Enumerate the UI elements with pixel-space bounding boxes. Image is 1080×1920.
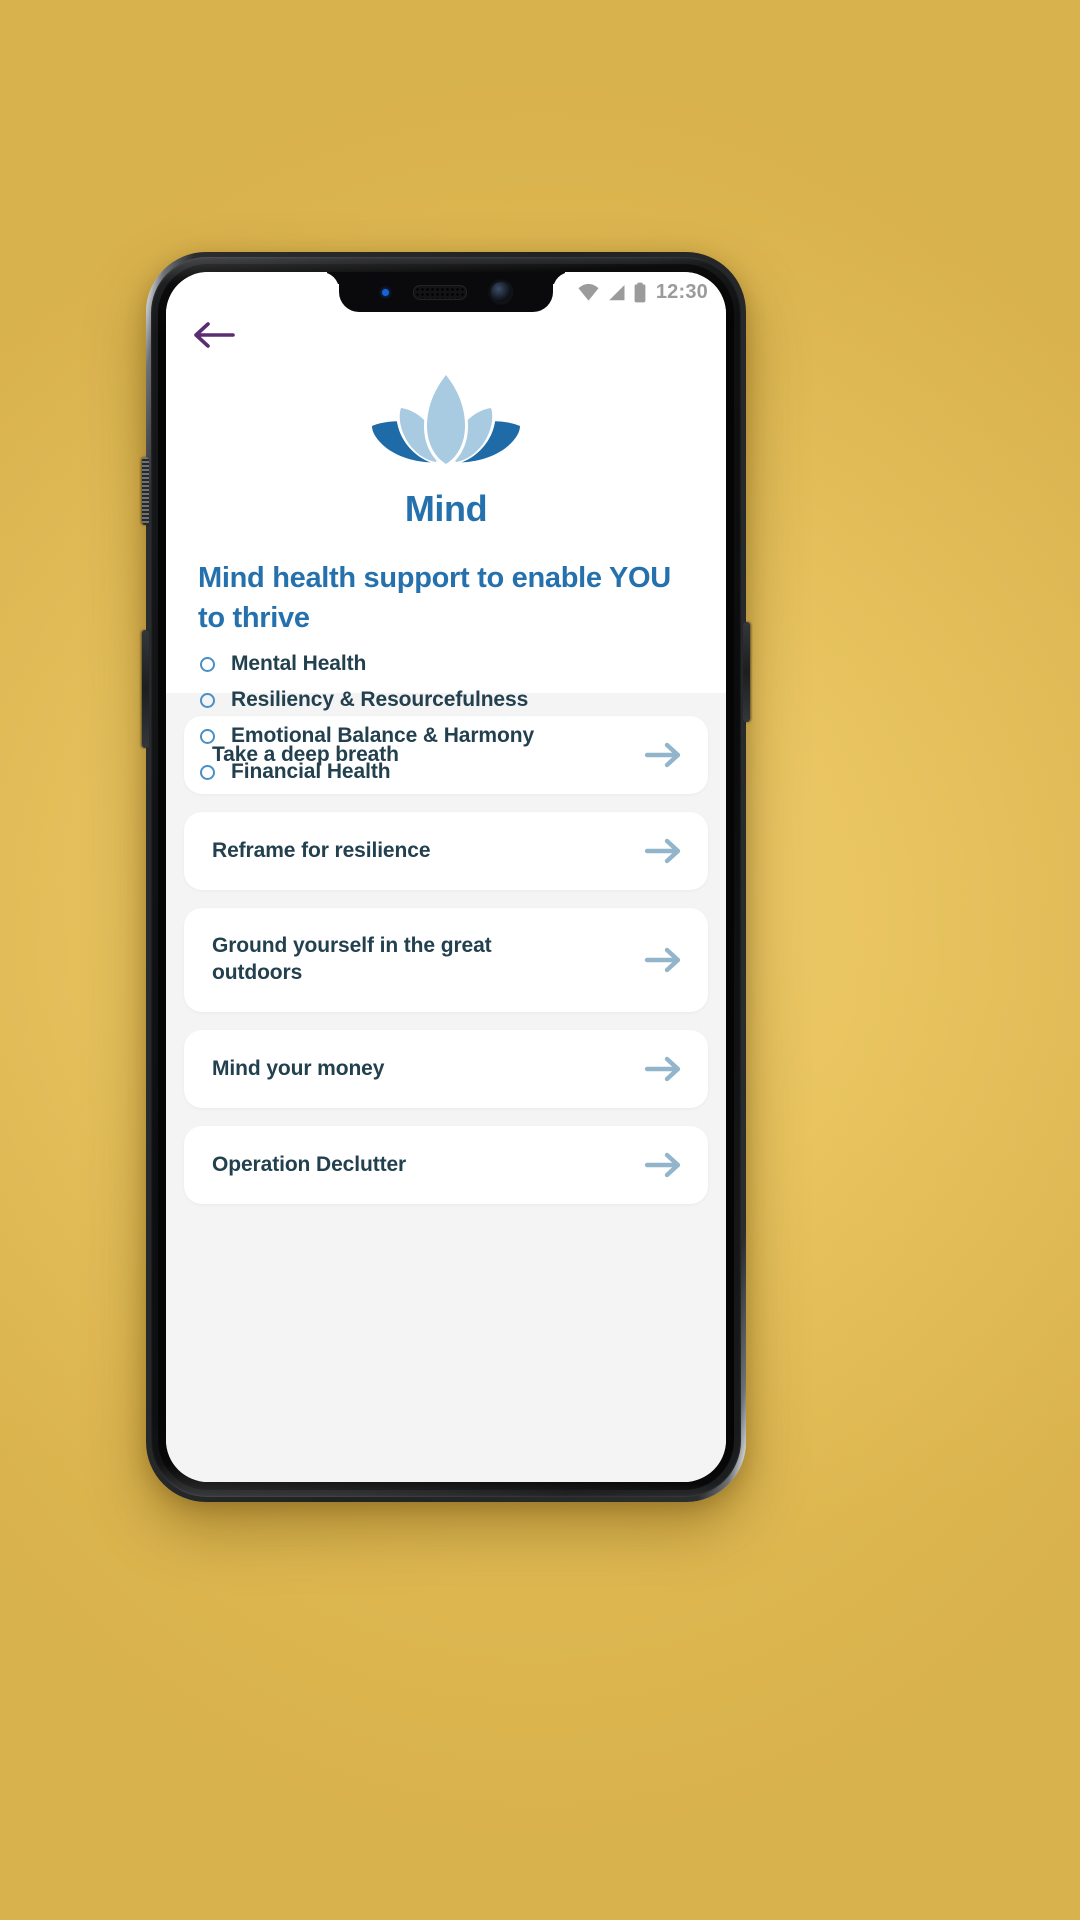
list-item-label: Financial Health <box>231 760 391 784</box>
list-item: Emotional Balance & Harmony <box>200 724 694 748</box>
topic-card-mind-your-money[interactable]: Mind your money <box>184 1030 708 1108</box>
phone-notch <box>339 272 553 312</box>
list-item-label: Mental Health <box>231 652 367 676</box>
list-item: Financial Health <box>200 760 694 784</box>
lotus-flower-logo <box>372 369 520 468</box>
hero-heading: Mind health support to enable YOU to thr… <box>198 562 671 635</box>
status-bar: 12:30 <box>577 272 726 312</box>
arrow-right-icon[interactable] <box>644 945 684 975</box>
bullet-circle-icon <box>200 764 215 780</box>
phone-screen: Mind Mind health support to enable YOU t… <box>166 272 726 1482</box>
battery-icon <box>634 282 646 302</box>
bullet-circle-icon <box>200 692 215 708</box>
earpiece-speaker-icon <box>412 284 467 300</box>
list-item-label: Resiliency & Resourcefulness <box>231 688 529 712</box>
arrow-left-icon <box>194 322 235 348</box>
cellular-signal-icon <box>609 284 625 300</box>
topic-card-reframe-for-resilience[interactable]: Reframe for resilience <box>184 812 708 890</box>
brand-title: Mind <box>404 488 488 529</box>
card-title: Reframe for resilience <box>212 838 431 862</box>
topics-scroll-area[interactable]: Take a deep breath Reframe for resilienc… <box>166 693 726 1482</box>
card-title: Ground yourself in the great outdoors <box>212 934 492 984</box>
status-bar-clock: 12:30 <box>655 280 708 303</box>
arrow-right-icon[interactable] <box>644 1054 684 1084</box>
logo-container <box>166 368 726 476</box>
topic-card-ground-yourself-in-the-great-outdoors[interactable]: Ground yourself in the great outdoors <box>184 908 708 1012</box>
list-item: Mental Health <box>200 652 694 676</box>
phone-device: Mind Mind health support to enable YOU t… <box>142 252 750 1502</box>
list-item: Resiliency & Resourcefulness <box>200 688 694 712</box>
benefits-list: Mental Health Resiliency & Resourcefulne… <box>200 652 694 784</box>
navigation-bar <box>166 318 726 362</box>
wifi-icon <box>578 283 599 301</box>
list-item-label: Emotional Balance & Harmony <box>231 724 535 748</box>
card-title: Operation Declutter <box>212 1152 407 1176</box>
front-camera-icon <box>490 282 511 302</box>
power-button[interactable] <box>743 622 750 722</box>
card-title: Mind your money <box>212 1056 385 1080</box>
back-button[interactable] <box>192 318 236 352</box>
bullet-circle-icon <box>200 728 215 744</box>
bullet-circle-icon <box>200 656 215 672</box>
volume-button[interactable] <box>142 630 149 748</box>
arrow-right-icon[interactable] <box>644 1150 684 1180</box>
alert-slider[interactable] <box>142 457 149 525</box>
topic-card-operation-declutter[interactable]: Operation Declutter <box>184 1126 708 1204</box>
notification-led-icon <box>381 288 389 296</box>
arrow-right-icon[interactable] <box>644 836 684 866</box>
